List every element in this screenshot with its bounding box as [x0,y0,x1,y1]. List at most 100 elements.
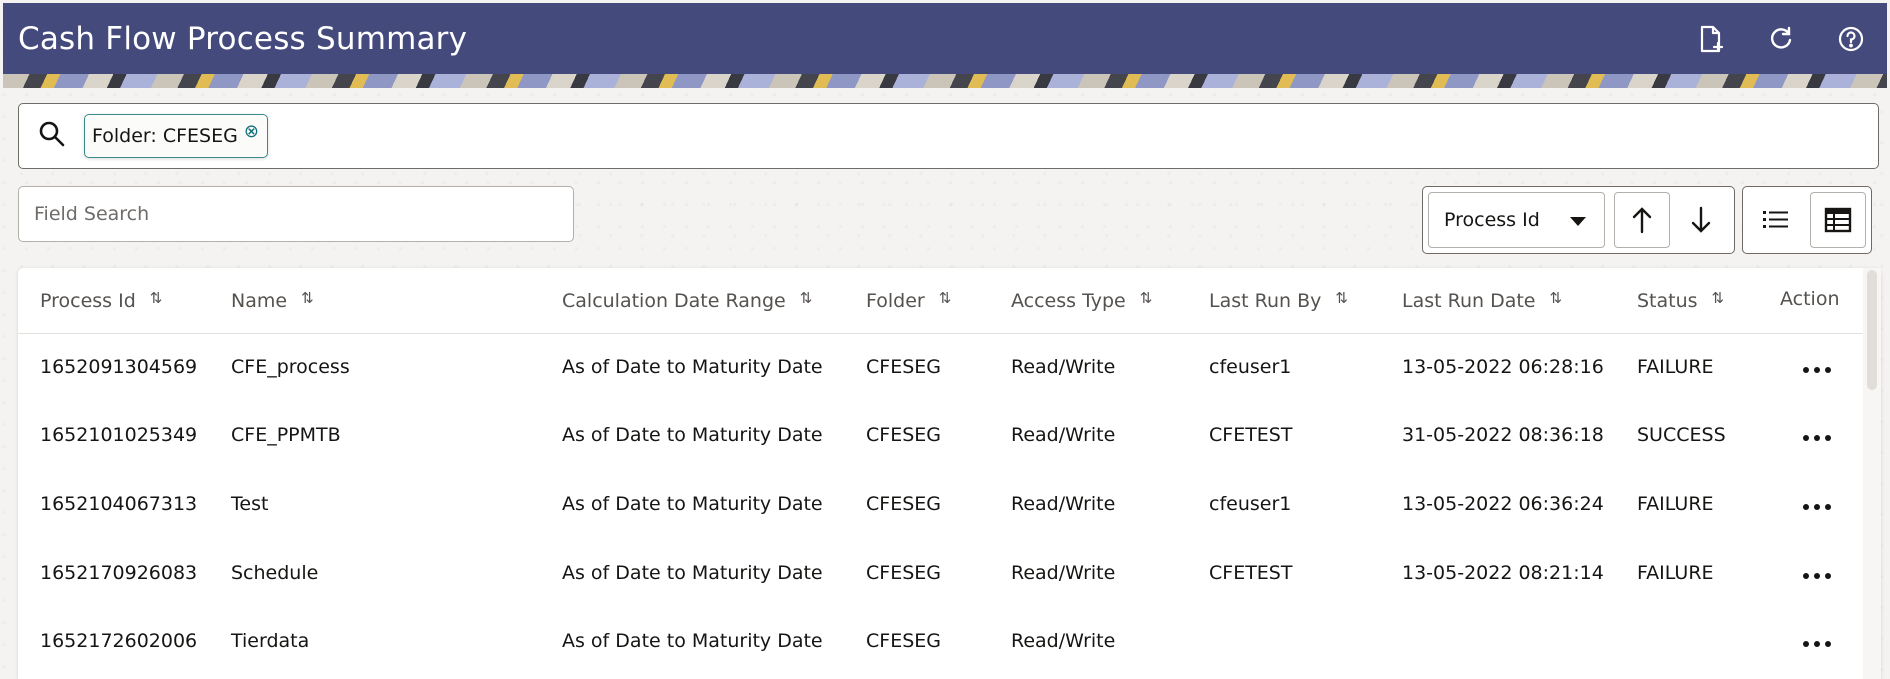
sort-icon: ⇅ [301,289,314,307]
dot [1803,504,1809,510]
cell-last-run-date: 31-05-2022 08:36:18 [1402,424,1604,446]
column-header-calculation-date-range[interactable]: Calculation Date Range ⇅ [562,289,813,312]
column-header-access-type[interactable]: Access Type ⇅ [1011,289,1153,312]
arrow-down-icon [1691,206,1711,233]
cell-name: CFE_process [231,356,350,378]
cell-access-type: Read/Write [1011,562,1116,584]
more-actions-icon[interactable] [1797,358,1837,382]
column-header-last-run-by[interactable]: Last Run By ⇅ [1209,289,1348,312]
dot [1825,435,1831,441]
sort-icon: ⇅ [149,289,163,307]
page-title: Cash Flow Process Summary [18,20,468,57]
sort-icon: ⇅ [1711,289,1725,307]
table-header: Process Id ⇅ Name ⇅ Calculation Date Range… [18,268,1863,334]
cell-status: FAILURE [1637,356,1714,378]
dot [1825,573,1831,579]
header-actions [1693,21,1869,57]
filter-search-bar[interactable]: Folder: CFESEG ⊗ [18,103,1879,169]
column-header-name[interactable]: Name ⇅ [231,289,314,312]
sort-icon: ⇅ [1549,289,1563,307]
chip-close-icon[interactable]: ⊗ [244,121,259,142]
cell-last-run-date: 13-05-2022 06:36:24 [1402,493,1604,515]
cell-calc-range: As of Date to Maturity Date [562,562,823,584]
cell-last-run-by: cfeuser1 [1209,356,1292,378]
sort-field-select[interactable]: Process Id [1428,192,1605,248]
table-row[interactable]: 1652172602006 Tierdata As of Date to Matur… [18,610,1863,678]
vertical-scrollbar[interactable] [1863,268,1881,679]
cell-last-run-date: 13-05-2022 06:28:16 [1402,356,1604,378]
cell-process-id: 1652172602006 [40,630,198,652]
arrow-up-icon [1632,207,1652,234]
refresh-icon[interactable] [1763,21,1799,57]
sort-controls: Process Id [1422,186,1735,254]
cell-status: SUCCESS [1637,424,1726,446]
table-view-button[interactable] [1810,192,1866,248]
cell-status: FAILURE [1637,562,1714,584]
cell-calc-range: As of Date to Maturity Date [562,356,823,378]
app-header: Cash Flow Process Summary [3,3,1887,74]
cell-last-run-by: CFETEST [1209,424,1293,446]
cell-calc-range: As of Date to Maturity Date [562,493,823,515]
more-actions-icon[interactable] [1797,632,1837,656]
cell-name: Tierdata [231,630,310,652]
column-header-status[interactable]: Status ⇅ [1637,289,1725,312]
cell-last-run-by: cfeuser1 [1209,493,1292,515]
table-row[interactable]: 1652101025349 CFE_PPMTB As of Date to Matu… [18,404,1863,472]
cell-name: Schedule [231,562,319,584]
sort-icon: ⇅ [938,289,952,307]
table-row[interactable]: 1652091304569 CFE_process As of Date to Ma… [18,336,1863,404]
field-search-input[interactable] [18,186,574,242]
cell-process-id: 1652170926083 [40,562,198,584]
help-icon[interactable] [1833,21,1869,57]
dot [1803,573,1809,579]
filter-chip-label: Folder: CFESEG [92,125,238,147]
chevron-down-icon [1570,217,1586,226]
sort-descending-button[interactable] [1673,192,1729,248]
dot [1825,641,1831,647]
more-actions-icon[interactable] [1797,426,1837,450]
more-actions-icon[interactable] [1797,495,1837,519]
cell-access-type: Read/Write [1011,493,1116,515]
table-icon [1824,207,1852,233]
process-table: Process Id ⇅ Name ⇅ Calculation Date Range… [18,268,1881,679]
list-icon [1763,211,1788,228]
dot [1825,367,1831,373]
cell-process-id: 1652104067313 [40,493,198,515]
dot [1814,435,1820,441]
cell-last-run-by: CFETEST [1209,562,1293,584]
cell-last-run-date: 13-05-2022 08:21:14 [1402,562,1604,584]
dot [1814,367,1820,373]
cell-access-type: Read/Write [1011,424,1116,446]
table-row[interactable]: 1652170926083 Schedule As of Date to Matur… [18,542,1863,610]
table-row[interactable]: 1652104067313 Test As of Date to Maturity … [18,473,1863,541]
decorative-banner [3,74,1887,88]
cell-process-id: 1652101025349 [40,424,198,446]
cell-access-type: Read/Write [1011,630,1116,652]
new-document-icon[interactable] [1693,21,1729,57]
dot [1814,504,1820,510]
dot [1814,573,1820,579]
cell-calc-range: As of Date to Maturity Date [562,630,823,652]
cell-calc-range: As of Date to Maturity Date [562,424,823,446]
sort-icon: ⇅ [799,289,813,307]
column-header-folder[interactable]: Folder ⇅ [866,289,952,312]
cell-status: FAILURE [1637,493,1714,515]
column-header-process-id[interactable]: Process Id ⇅ [40,289,163,312]
dot [1803,435,1809,441]
dot [1803,641,1809,647]
sort-ascending-button[interactable] [1614,192,1670,248]
cell-folder: CFESEG [866,356,941,378]
sort-icon: ⇅ [1335,289,1348,307]
dot [1814,641,1820,647]
list-view-button[interactable] [1748,192,1804,248]
cell-folder: CFESEG [866,493,941,515]
sort-icon: ⇅ [1139,289,1153,307]
sort-field-value: Process Id [1444,209,1540,231]
cell-process-id: 1652091304569 [40,356,198,378]
scrollbar-thumb[interactable] [1867,270,1877,390]
column-header-last-run-date[interactable]: Last Run Date ⇅ [1402,289,1563,312]
search-icon[interactable] [37,119,67,153]
column-header-action: Action [1780,288,1840,310]
more-actions-icon[interactable] [1797,564,1837,588]
cell-access-type: Read/Write [1011,356,1116,378]
